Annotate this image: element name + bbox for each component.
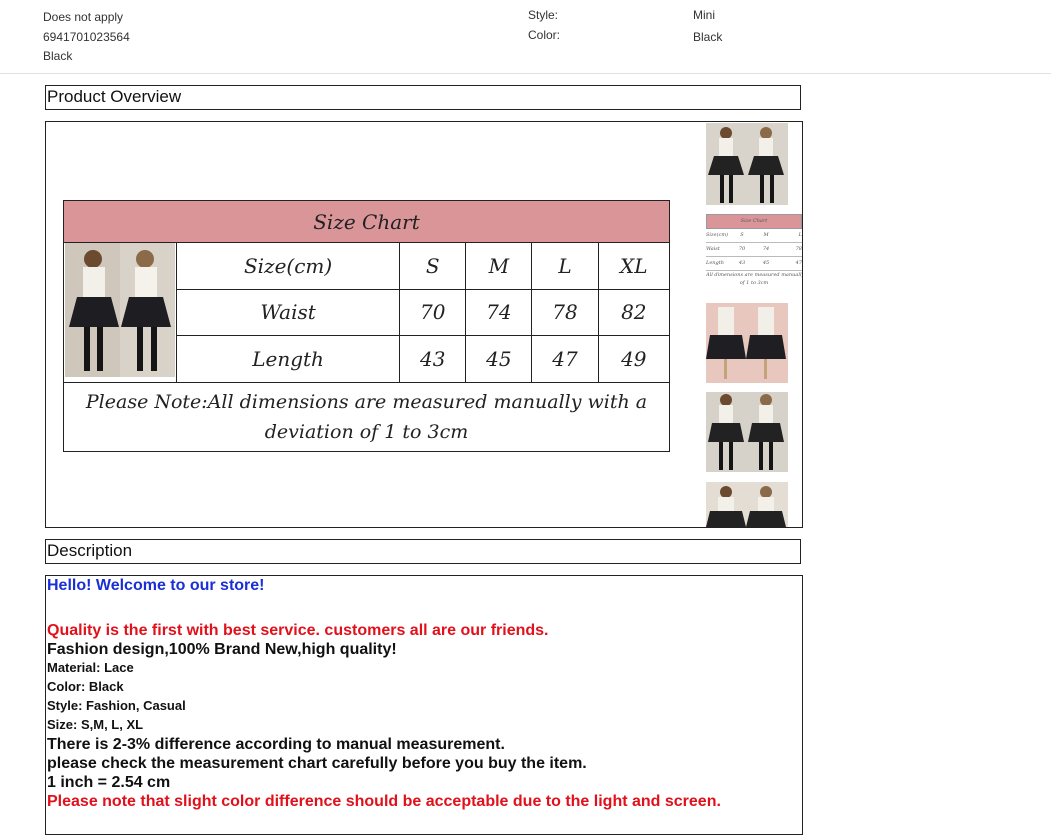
desc-line-inch: 1 inch = 2.54 cm [47, 774, 171, 791]
waist-s: 70 [399, 288, 467, 337]
spec-value-1: Does not apply [43, 10, 124, 24]
row-length-label: Length [175, 335, 401, 383]
desc-line-color: Color: Black [47, 679, 124, 694]
spec-value-style: Mini [693, 8, 716, 22]
mini-chart-h2: M [763, 232, 769, 238]
mini-chart-h1: S [740, 232, 744, 238]
mini-chart-title: Size Chart [706, 214, 802, 229]
desc-line-welcome: Hello! Welcome to our store! [47, 577, 265, 594]
mini-chart-note2: of 1 to 3cm [739, 280, 769, 286]
mini-chart-h0: Size(cm) [706, 232, 729, 238]
description-box: Hello! Welcome to our store! Quality is … [45, 575, 803, 835]
thumb-photo-4[interactable] [706, 482, 802, 527]
spec-value-3: Black [43, 49, 73, 63]
thumb-photo-3-image [706, 392, 788, 472]
mini-chart-waist-row: Waist 70 74 78 [706, 243, 802, 257]
desc-line-difference: There is 2-3% difference according to ma… [47, 736, 505, 753]
col-xl-header: XL [597, 242, 671, 290]
size-chart-title: Size Chart [63, 200, 670, 243]
mini-chart-l2: 45 [762, 260, 770, 266]
desc-line-check: please check the measurement chart caref… [47, 755, 587, 772]
col-size-header: Size(cm) [175, 242, 401, 290]
mini-chart-l3: 47 [795, 260, 802, 266]
mini-chart-note: All dimensions are measured manually wi [706, 272, 802, 278]
description-header: Description [45, 539, 801, 564]
desc-line-material: Material: Lace [47, 660, 134, 675]
mini-chart-w3: 78 [795, 246, 802, 252]
length-l: 47 [531, 335, 599, 383]
col-s-header: S [399, 242, 467, 290]
size-chart-note: Please Note:All dimensions are measured … [63, 382, 670, 452]
col-l-header: L [531, 242, 599, 290]
thumb-photo-4-image [706, 482, 788, 527]
desc-line-size: Size: S,M, L, XL [47, 717, 144, 732]
mini-chart-header-row: Size(cm) S M L [706, 229, 802, 243]
waist-xl: 82 [597, 288, 671, 337]
thumb-photo-2-image [706, 303, 788, 383]
thumb-size-chart[interactable]: Size Chart Size(cm) S M L Waist 70 74 78… [706, 214, 802, 292]
desc-line-quality: Quality is the first with best service. … [47, 622, 549, 639]
desc-line-fashion: Fashion design,100% Brand New,high quali… [47, 641, 397, 658]
mini-chart-w1: 70 [738, 246, 746, 252]
waist-m: 74 [465, 288, 533, 337]
spec-label-color: Color: [528, 28, 561, 42]
mini-chart-w0: Waist [706, 246, 720, 252]
length-s: 43 [399, 335, 467, 383]
size-chart-table: Size Chart Size(cm) S M L XL Waist 70 74… [63, 200, 671, 452]
spec-label-style: Style: [528, 8, 559, 22]
thumb-photo-1-image [706, 123, 802, 205]
desc-line-blank [47, 597, 801, 622]
spec-value-color: Black [693, 30, 723, 44]
product-overview-header: Product Overview [45, 85, 801, 110]
item-specifics: Does not apply 6941701023564 Black Style… [0, 0, 1051, 74]
size-chart: Size Chart Size(cm) S M L XL Waist 70 74… [63, 200, 671, 452]
thumb-photo-3[interactable] [706, 392, 802, 472]
product-overview-box: Size Chart Size(cm) S M L XL Waist 70 74… [45, 121, 803, 528]
skirt-photo [63, 242, 177, 383]
mini-chart-l1: 43 [738, 260, 746, 266]
mini-chart-length-row: Length 43 45 47 [706, 257, 802, 271]
thumb-photo-1[interactable] [706, 123, 802, 205]
spec-value-2: 6941701023564 [43, 30, 130, 44]
length-m: 45 [465, 335, 533, 383]
mini-chart-w2: 74 [762, 246, 770, 252]
thumb-photo-2[interactable] [706, 303, 802, 383]
skirt-photo-image [65, 243, 175, 377]
mini-chart-h3: L [798, 232, 802, 238]
col-m-header: M [465, 242, 533, 290]
row-waist-label: Waist [175, 288, 401, 337]
mini-chart-l0: Length [706, 260, 724, 266]
length-xl: 49 [597, 335, 671, 383]
desc-line-style: Style: Fashion, Casual [47, 698, 186, 713]
waist-l: 78 [531, 288, 599, 337]
desc-line-color-note: Please note that slight color difference… [47, 793, 721, 810]
